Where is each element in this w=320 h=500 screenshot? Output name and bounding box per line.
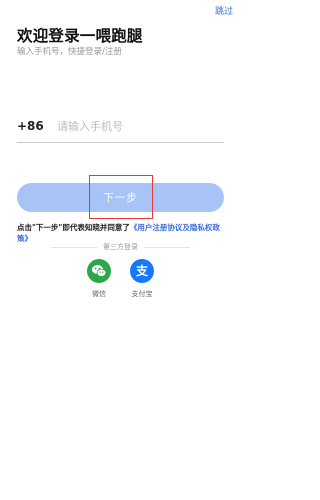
country-code-selector[interactable]: +86	[17, 119, 57, 133]
wechat-label: 微信	[92, 290, 106, 298]
wechat-icon[interactable]	[87, 259, 111, 283]
alipay-login-option[interactable]: 支 支付宝	[122, 259, 162, 299]
login-screen: 跳过 欢迎登录一喂跑腿 输入手机号，快捷登录/注册 +86 下一步 点击"下一步…	[0, 0, 241, 500]
alipay-label: 支付宝	[131, 290, 153, 298]
phone-underline	[17, 142, 224, 143]
page-title: 欢迎登录一喂跑腿	[17, 27, 143, 45]
third-party-label: 第三方登录	[103, 243, 138, 251]
third-party-divider: 第三方登录	[0, 242, 241, 252]
wechat-login-option[interactable]: 微信	[79, 259, 119, 299]
highlight-box	[89, 175, 153, 219]
alipay-icon[interactable]: 支	[130, 259, 154, 283]
agreement-prefix: 点击"下一步"即代表知晓并同意了	[17, 223, 130, 232]
phone-input[interactable]	[57, 116, 224, 136]
agreement-text: 点击"下一步"即代表知晓并同意了《用户注册协议及隐私权政策》	[17, 222, 229, 244]
divider-line-left	[51, 246, 97, 248]
phone-row: +86	[17, 114, 224, 138]
page-subtitle: 输入手机号，快捷登录/注册	[17, 47, 122, 57]
skip-button[interactable]: 跳过	[215, 4, 233, 17]
divider-line-right	[144, 246, 190, 248]
